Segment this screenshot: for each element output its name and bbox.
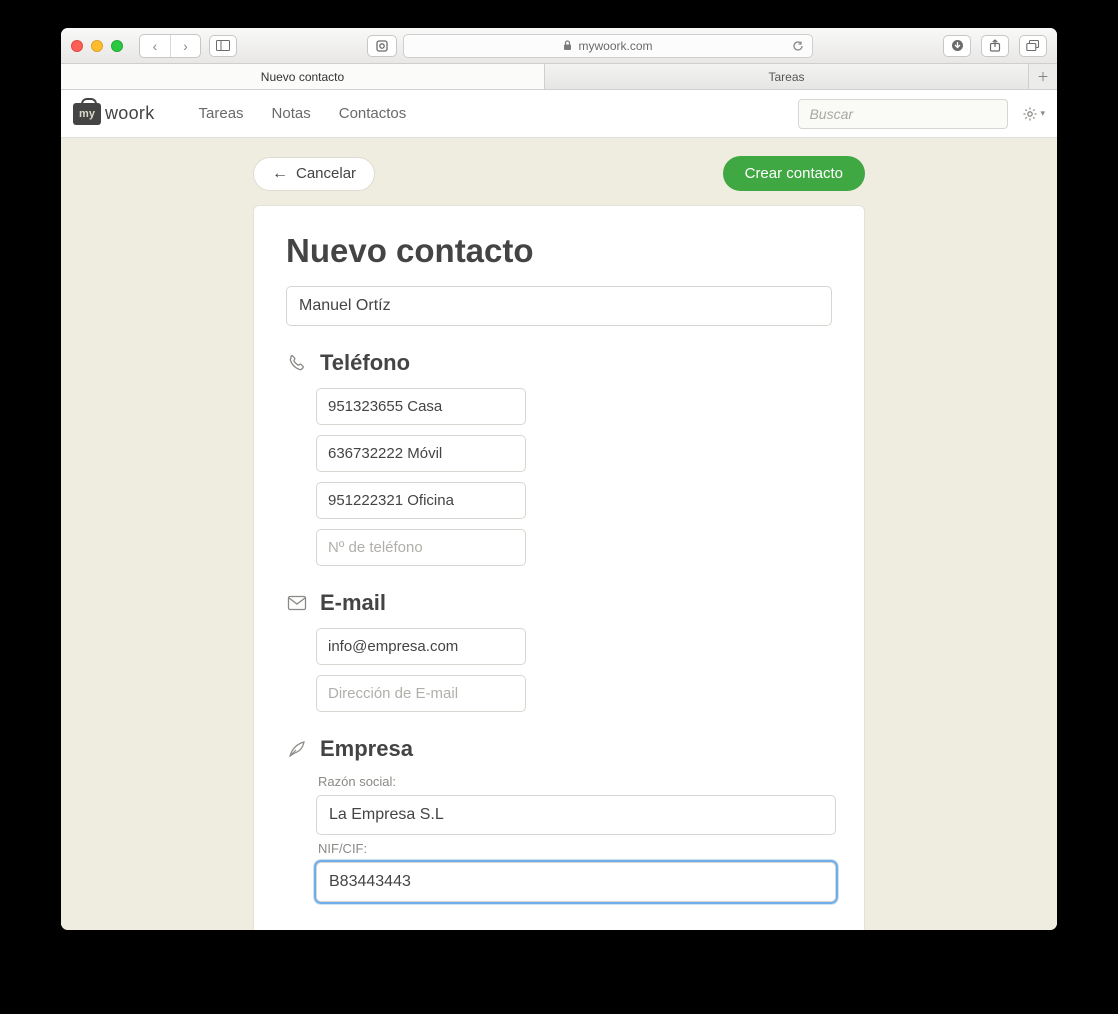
cancel-label: Cancelar (296, 165, 356, 182)
email-input[interactable] (316, 628, 526, 665)
browser-window: ‹ › mywoork.com (61, 28, 1057, 930)
downloads-button[interactable] (943, 35, 971, 57)
reload-icon[interactable] (792, 40, 804, 52)
link-icon (286, 928, 308, 930)
phone-heading: Teléfono (320, 350, 410, 376)
share-button[interactable] (981, 35, 1009, 57)
company-nif-input[interactable] (316, 862, 836, 902)
chevron-down-icon: ▾ (1040, 108, 1045, 119)
page-title: Nuevo contacto (286, 232, 832, 270)
nav-contacts[interactable]: Contactos (339, 105, 407, 122)
window-controls (71, 40, 123, 52)
logo-text: woork (105, 103, 155, 124)
window-titlebar: ‹ › mywoork.com (61, 28, 1057, 64)
minimize-window-button[interactable] (91, 40, 103, 52)
phone-input[interactable] (316, 482, 526, 519)
phone-input-new[interactable] (316, 529, 526, 566)
sidebar-toggle-button[interactable] (209, 35, 237, 57)
action-row: ← Cancelar Crear contacto (253, 156, 865, 191)
zoom-window-button[interactable] (111, 40, 123, 52)
phone-icon (286, 352, 308, 374)
email-section: E-mail (286, 590, 832, 712)
page-body: ← Cancelar Crear contacto Nuevo contacto… (61, 138, 1057, 930)
cancel-button[interactable]: ← Cancelar (253, 157, 375, 191)
create-contact-button[interactable]: Crear contacto (723, 156, 865, 191)
close-window-button[interactable] (71, 40, 83, 52)
nav-buttons-group: ‹ › (139, 34, 201, 58)
gear-icon (1022, 106, 1038, 122)
email-heading: E-mail (320, 590, 386, 616)
social-label: Razón social: (318, 774, 832, 789)
phone-section: Teléfono (286, 350, 832, 566)
company-section: Empresa Razón social: NIF/CIF: (286, 736, 832, 902)
phone-input[interactable] (316, 388, 526, 425)
contact-name-input[interactable] (286, 286, 832, 326)
browser-tabbar: Nuevo contacto Tareas ＋ (61, 64, 1057, 90)
nif-label: NIF/CIF: (318, 841, 832, 856)
nav-tasks[interactable]: Tareas (199, 105, 244, 122)
web-section: Página web (286, 926, 832, 930)
phone-input[interactable] (316, 435, 526, 472)
back-button[interactable]: ‹ (140, 35, 170, 57)
app-logo[interactable]: my woork (73, 103, 155, 125)
browser-tab[interactable]: Nuevo contacto (61, 64, 545, 89)
address-bar[interactable]: mywoork.com (403, 34, 813, 58)
company-social-input[interactable] (316, 795, 836, 835)
email-input-new[interactable] (316, 675, 526, 712)
address-host: mywoork.com (578, 39, 652, 53)
nav-notes[interactable]: Notas (272, 105, 311, 122)
settings-menu[interactable]: ▾ (1022, 106, 1045, 122)
quill-icon (286, 738, 308, 760)
search-input[interactable] (798, 99, 1008, 129)
reader-button[interactable] (367, 35, 397, 57)
logo-badge: my (73, 103, 101, 125)
new-tab-button[interactable]: ＋ (1029, 64, 1057, 89)
lock-icon (563, 40, 572, 51)
contact-form-card: Nuevo contacto Teléfono (253, 205, 865, 930)
mail-icon (286, 592, 308, 614)
arrow-left-icon: ← (272, 165, 288, 183)
nav-links: Tareas Notas Contactos (199, 105, 407, 122)
tabs-button[interactable] (1019, 35, 1047, 57)
company-heading: Empresa (320, 736, 413, 762)
app-header: my woork Tareas Notas Contactos ▾ (61, 90, 1057, 138)
forward-button[interactable]: › (170, 35, 200, 57)
browser-tab[interactable]: Tareas (545, 64, 1029, 89)
web-heading: Página web (320, 926, 441, 930)
